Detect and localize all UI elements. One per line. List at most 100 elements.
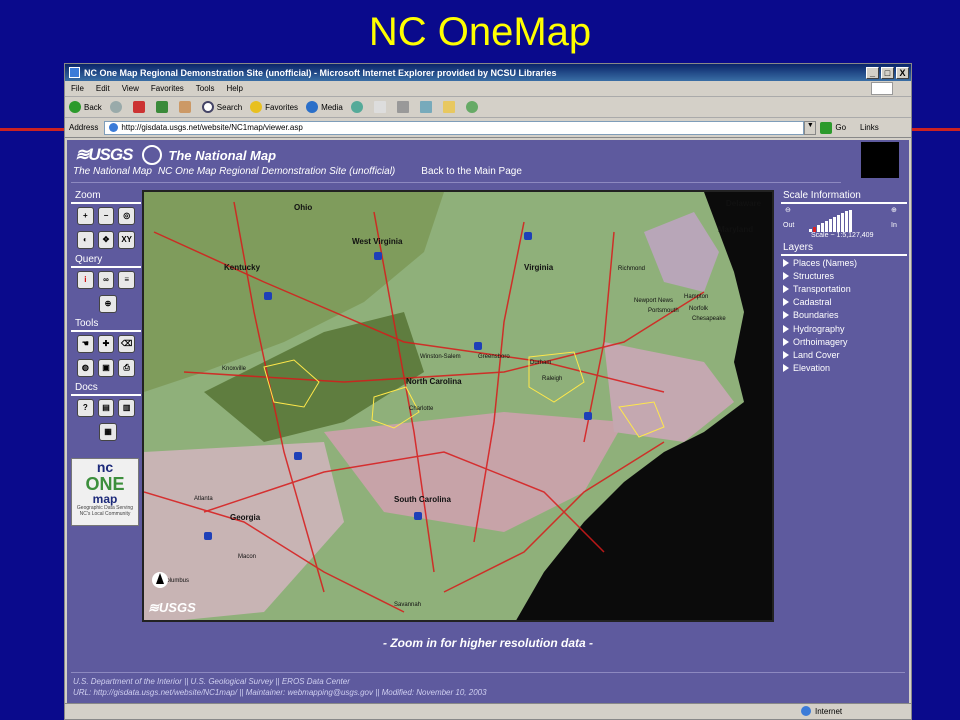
select-icon[interactable]: ▣ [97, 359, 115, 377]
close-button[interactable]: X [896, 66, 909, 79]
national-map-heading: The National Map [168, 147, 277, 163]
layer-elevation[interactable]: Elevation [781, 362, 907, 375]
status-bar: Internet [65, 703, 911, 719]
home-icon [178, 101, 191, 113]
zoom-in-icon[interactable]: + [77, 207, 94, 225]
map-viewer[interactable]: Ohio West Virginia Kentucky Virginia Nor… [142, 190, 774, 622]
messenger-button[interactable] [465, 101, 481, 113]
back-label: Back [84, 102, 102, 112]
document-icon[interactable]: ▥ [118, 399, 136, 417]
print-map-icon[interactable]: ⎙ [118, 359, 136, 377]
stop-button[interactable] [132, 101, 148, 113]
layers-header: Layers [781, 242, 907, 256]
address-dropdown-button[interactable]: ▼ [804, 120, 817, 135]
layer-cadastral[interactable]: Cadastral [781, 296, 907, 309]
arrow-right-icon [783, 324, 789, 333]
stop-icon [132, 101, 145, 113]
identify-all-icon[interactable]: ⊕ [99, 295, 117, 313]
pan-icon[interactable]: ✥ [97, 231, 115, 249]
national-map-star-icon [142, 145, 163, 165]
menu-view[interactable]: View [122, 84, 139, 93]
binoculars-icon[interactable]: ∞ [97, 271, 115, 289]
map-label-richmond: Richmond [618, 266, 645, 272]
measure-icon[interactable]: ✚ [97, 335, 115, 353]
menu-bar: File Edit View Favorites Tools Help [65, 81, 911, 97]
address-input[interactable]: http://gisdata.usgs.net/website/NC1map/v… [104, 120, 805, 135]
edit-button[interactable] [419, 101, 435, 113]
map-label-newport-news: Newport News [634, 298, 673, 304]
map-label-hampton: Hampton [684, 294, 708, 300]
slide-title: NC OneMap [368, 10, 592, 54]
map-image[interactable]: Ohio West Virginia Kentucky Virginia Nor… [144, 192, 774, 622]
folder-button[interactable] [442, 101, 458, 113]
left-tool-panel: Zoom + − ◎ ◐ ✥ XY Query i ∞ ≡ ⊕ Tools ☚ … [71, 188, 141, 526]
zoom-xy-icon[interactable]: XY [118, 231, 136, 249]
media-button[interactable]: Media [306, 101, 343, 113]
zoom-out-icon[interactable]: − [97, 207, 115, 225]
query-list-icon[interactable]: ≡ [118, 271, 136, 289]
map-label-macon: Macon [238, 554, 256, 560]
arrow-right-icon [783, 284, 789, 293]
nav-national-map[interactable]: The National Map [73, 166, 152, 177]
book-icon[interactable]: ▦ [99, 423, 117, 441]
favorites-button[interactable]: Favorites [250, 101, 298, 113]
menu-tools[interactable]: Tools [196, 84, 215, 93]
info-icon[interactable]: i [77, 271, 94, 289]
hand-icon[interactable]: ☚ [77, 335, 94, 353]
layer-label: Orthoimagery [793, 336, 848, 347]
clear-icon[interactable]: ⌫ [118, 335, 136, 353]
zoom-full-icon[interactable]: ◎ [118, 207, 136, 225]
menu-help[interactable]: Help [226, 84, 242, 93]
refresh-button[interactable] [155, 101, 171, 113]
address-url: http://gisdata.usgs.net/website/NC1map/v… [121, 123, 303, 132]
nav-back-main-page[interactable]: Back to the Main Page [421, 166, 522, 177]
site-nav: The National Map NC One Map Regional Dem… [73, 166, 528, 177]
history-button[interactable] [350, 101, 366, 113]
menu-favorites[interactable]: Favorites [151, 84, 184, 93]
layer-places[interactable]: Places (Names) [781, 256, 907, 269]
zoom-in-scale-icon[interactable]: ⊕ [891, 206, 897, 214]
print-button[interactable] [396, 101, 412, 113]
zoom-message: - Zoom in for higher resolution data - [383, 636, 593, 650]
refresh-icon [155, 101, 168, 113]
map-label-maryland: Maryland [718, 225, 753, 234]
map-label-ohio: Ohio [294, 203, 312, 212]
zoom-active-icon[interactable]: ◐ [77, 231, 94, 249]
map-label-delaware: Delaware [726, 199, 762, 208]
home-button[interactable] [178, 101, 194, 113]
window-title: NC One Map Regional Demonstration Site (… [84, 67, 557, 78]
footer-divider [71, 672, 905, 673]
layer-orthoimagery[interactable]: Orthoimagery [781, 335, 907, 348]
menu-edit[interactable]: Edit [96, 84, 110, 93]
usgs-logo[interactable]: ≋USGS [75, 145, 133, 165]
layer-hydrography[interactable]: Hydrography [781, 322, 907, 335]
layer-structures[interactable]: Structures [781, 269, 907, 282]
back-arrow-icon [69, 101, 81, 113]
maximize-button[interactable]: □ [881, 66, 894, 79]
map-label-knoxville: Knoxville [222, 366, 247, 372]
layer-boundaries[interactable]: Boundaries [781, 309, 907, 322]
menu-file[interactable]: File [71, 84, 84, 93]
metadata-icon[interactable]: ▤ [97, 399, 115, 417]
nc-onemap-logo[interactable]: nc ONE map Geographic Data Serving NC's … [71, 458, 139, 526]
right-info-panel: Scale Information ⊖ Out ⊕ In Scale ~ 1:5… [781, 190, 907, 375]
minimize-button[interactable]: _ [866, 66, 879, 79]
layer-land-cover[interactable]: Land Cover [781, 348, 907, 361]
layer-transportation[interactable]: Transportation [781, 282, 907, 295]
arrow-right-icon [783, 364, 789, 373]
scale-slider[interactable] [809, 210, 881, 232]
zoom-out-scale-icon[interactable]: ⊖ [785, 206, 791, 214]
forward-button[interactable] [109, 101, 125, 113]
page-icon [109, 123, 119, 132]
help-icon[interactable]: ? [77, 399, 94, 417]
back-button[interactable]: Back [69, 101, 102, 113]
map-label-kentucky: Kentucky [224, 263, 261, 272]
mail-button[interactable] [373, 101, 389, 113]
globe-icon [801, 706, 811, 716]
search-button[interactable]: Search [201, 101, 242, 113]
layer-label: Transportation [793, 283, 851, 294]
window-titlebar: NC One Map Regional Demonstration Site (… [65, 64, 911, 81]
links-button[interactable]: Links [860, 123, 879, 132]
buffer-icon[interactable]: ◍ [77, 359, 94, 377]
go-button[interactable]: Go [820, 121, 846, 134]
